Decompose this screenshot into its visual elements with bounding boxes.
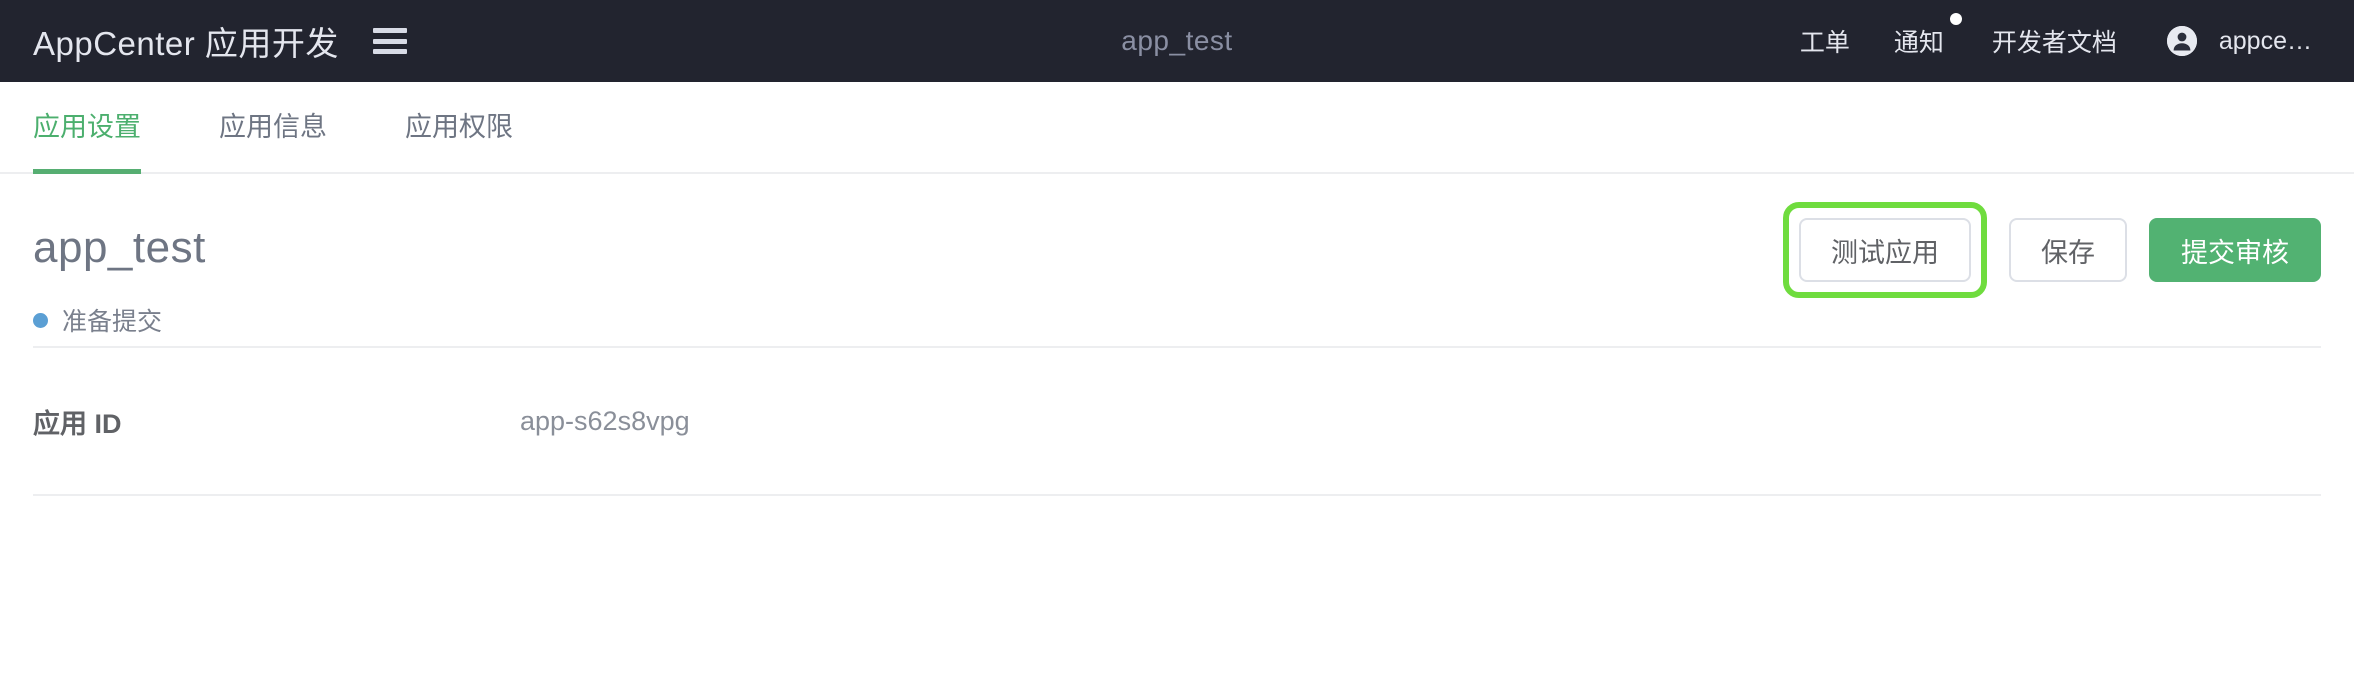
tab-label: 应用设置	[33, 111, 141, 142]
nav-item-developer-docs[interactable]: 开发者文档	[1992, 19, 2117, 63]
test-app-button[interactable]: 测试应用	[1799, 218, 1971, 282]
nav-item-label: 通知	[1893, 29, 1944, 57]
hamburger-bar	[372, 49, 407, 54]
tab-label: 应用权限	[405, 111, 513, 142]
brand-block: AppCenter 应用开发	[33, 17, 407, 65]
top-header-bar: AppCenter 应用开发 app_test 工单 通知 开发者文档 appc…	[0, 0, 2354, 82]
page-content: app_test 准备提交 测试应用 保存 提交审核	[0, 174, 2354, 346]
user-name-label: appce…	[2218, 26, 2312, 55]
nav-item-tickets[interactable]: 工单	[1800, 19, 1850, 63]
tab-bar: 应用设置 应用信息 应用权限	[0, 82, 2354, 174]
submit-review-button[interactable]: 提交审核	[2149, 218, 2321, 282]
hamburger-bar	[372, 38, 407, 44]
button-label: 测试应用	[1831, 237, 1939, 268]
section-divider-bottom	[33, 494, 2321, 496]
button-label: 保存	[2041, 237, 2095, 268]
tab-label: 应用信息	[219, 111, 327, 142]
status-dot-icon	[33, 312, 48, 328]
user-avatar-icon	[2166, 26, 2197, 56]
button-label: 提交审核	[2181, 237, 2289, 268]
status-label: 准备提交	[62, 308, 163, 336]
nav-item-notifications[interactable]: 通知	[1893, 13, 1962, 63]
header-nav: 工单 通知 开发者文档 appce…	[1800, 13, 2312, 63]
save-button[interactable]: 保存	[2009, 218, 2127, 282]
notification-badge-dot	[1949, 13, 1962, 25]
nav-item-label: 开发者文档	[1991, 29, 2117, 57]
status-badge: 准备提交	[33, 302, 2321, 338]
user-account-menu[interactable]: appce…	[2166, 26, 2312, 56]
info-row-app-id: 应用 ID app-s62s8vpg	[0, 348, 2354, 494]
tab-app-settings[interactable]: 应用设置	[33, 82, 141, 174]
page-action-buttons: 测试应用 保存 提交审核	[1783, 202, 2321, 298]
page-header-section: app_test 准备提交 测试应用 保存 提交审核	[33, 174, 2321, 346]
tab-app-info[interactable]: 应用信息	[219, 82, 327, 172]
info-value-app-id: app-s62s8vpg	[520, 405, 690, 436]
hamburger-menu-icon[interactable]	[372, 28, 407, 54]
tab-app-permissions[interactable]: 应用权限	[405, 82, 513, 172]
nav-item-label: 工单	[1799, 29, 1850, 57]
info-label: 应用 ID	[33, 408, 122, 439]
hamburger-bar	[372, 28, 407, 33]
header-app-name: app_test	[1121, 25, 1233, 56]
test-app-button-highlight: 测试应用	[1783, 202, 1987, 298]
app-brand-title: AppCenter 应用开发	[33, 25, 339, 62]
